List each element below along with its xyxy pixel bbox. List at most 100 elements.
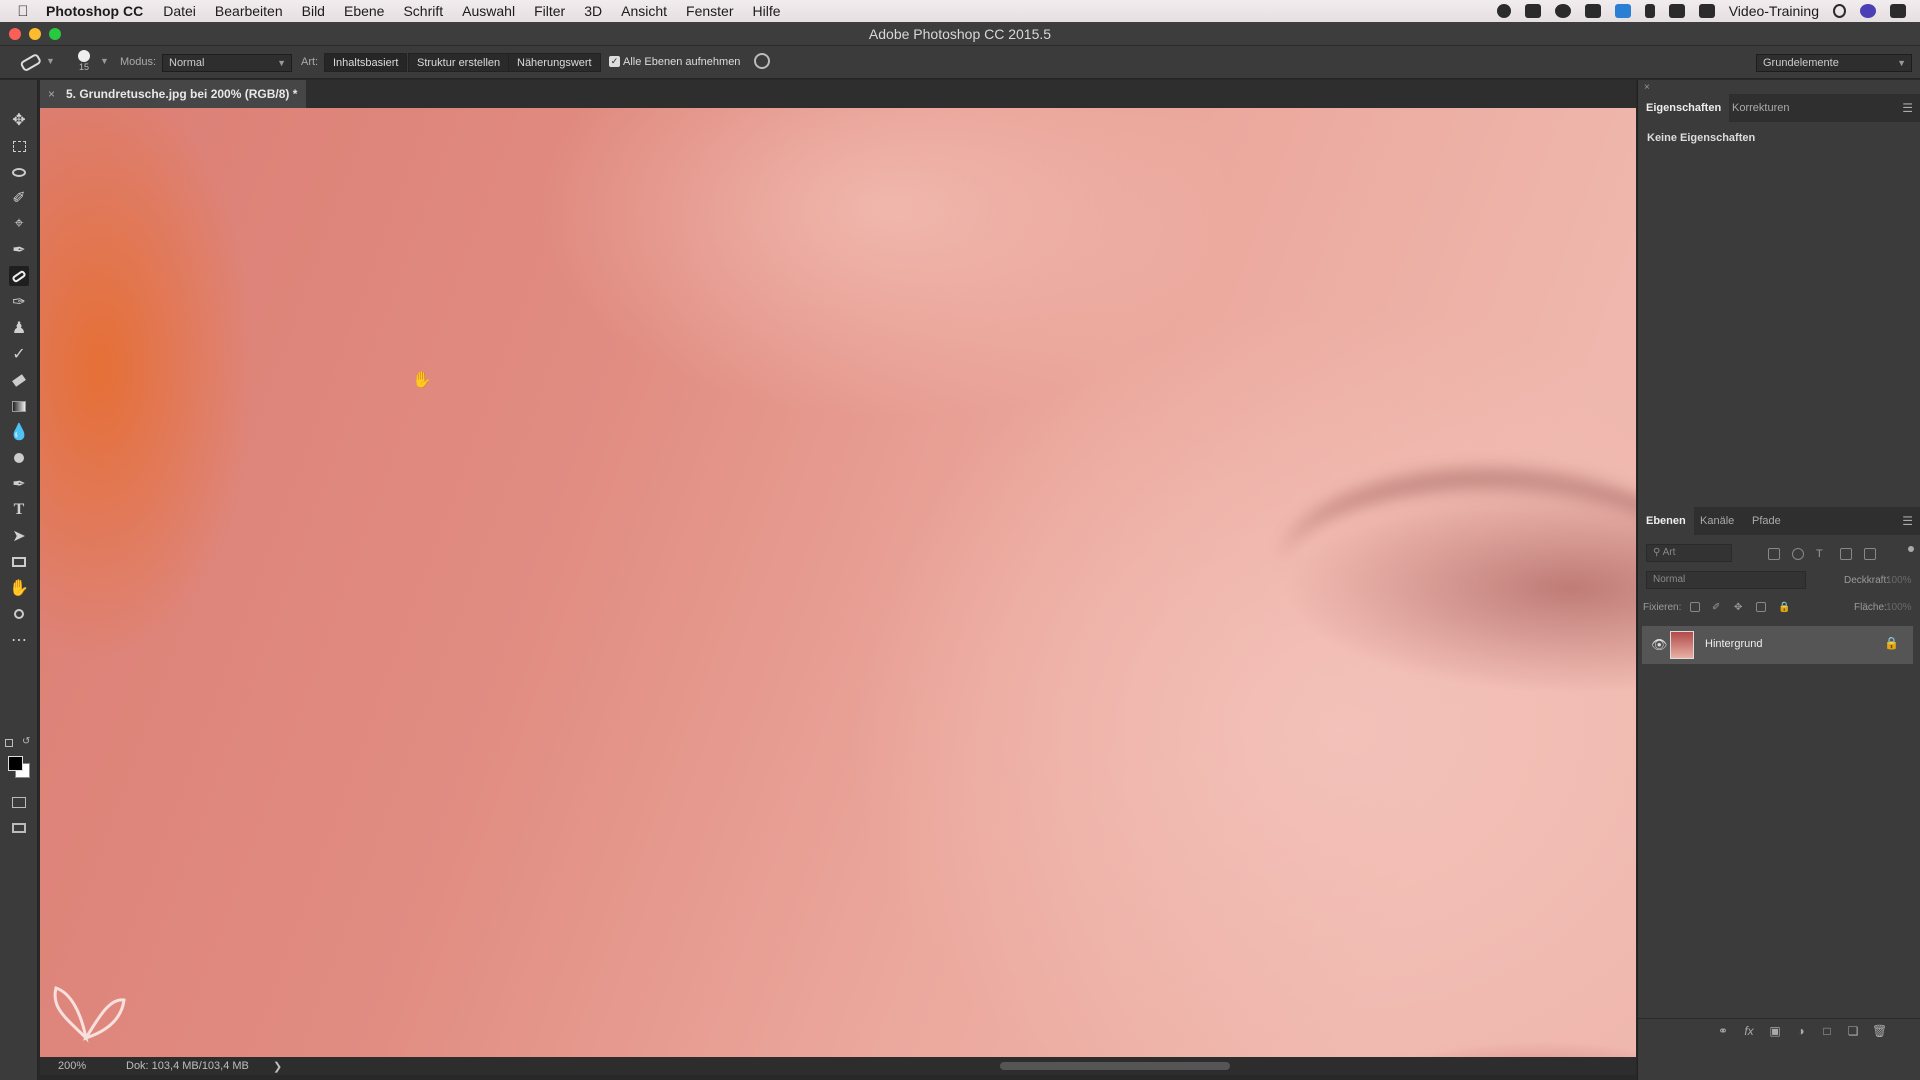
swap-colors-icon[interactable]: ↺ [22,736,30,747]
healing-brush-preset-icon[interactable] [18,54,44,72]
filter-smart-object-icon[interactable] [1864,548,1876,560]
opacity-value[interactable]: 100% [1886,575,1912,586]
new-adjustment-layer-icon[interactable]: ◑ [1794,1024,1808,1038]
menu-schrift[interactable]: Schrift [403,3,443,19]
gradient-tool-icon[interactable] [9,396,29,416]
pressure-size-icon[interactable] [754,53,770,69]
fill-value[interactable]: 100% [1886,602,1912,613]
filter-adjustment-icon[interactable] [1792,548,1804,560]
menu-hilfe[interactable]: Hilfe [753,3,781,19]
airplay-icon[interactable] [1698,4,1715,18]
default-colors-icon[interactable] [5,739,13,747]
menu-fenster[interactable]: Fenster [686,3,733,19]
skype-icon[interactable] [1614,4,1631,18]
blur-tool-icon[interactable]: 💧 [9,422,29,442]
creative-cloud-icon[interactable] [1554,4,1571,18]
add-layer-mask-icon[interactable]: ▣ [1768,1024,1782,1038]
filter-pixel-icon[interactable] [1768,548,1780,560]
workspace-select[interactable]: Grundelemente ▼ [1756,54,1912,72]
filter-type-icon[interactable]: T [1816,548,1828,560]
edit-toolbar-icon[interactable]: ⋯ [9,630,29,650]
menu-filter[interactable]: Filter [534,3,565,19]
bluetooth-icon[interactable] [1644,4,1655,18]
zoom-tool-icon[interactable] [9,604,29,624]
menu-auswahl[interactable]: Auswahl [462,3,515,19]
document-canvas[interactable]: ✋ [40,108,1636,1057]
history-brush-tool-icon[interactable]: ✓ [9,344,29,364]
lock-transparent-icon[interactable] [1690,602,1700,612]
spotlight-search-icon[interactable] [1833,4,1846,18]
apple-icon[interactable]:  [0,3,46,20]
pen-tool-icon[interactable]: ✒ [9,474,29,494]
blend-mode-select[interactable]: Normal [1646,571,1806,589]
status-menu-arrow-icon[interactable]: ❯ [273,1060,282,1073]
hand-tool-icon[interactable]: ✋ [9,578,29,598]
dropbox-icon[interactable] [1524,4,1541,18]
layers-panel-menu-icon[interactable]: ☰ [1902,514,1913,528]
delete-layer-trash-icon[interactable]: 🗑 [1872,1024,1887,1038]
crop-tool-icon[interactable]: ⌖ [9,214,29,234]
menu-3d[interactable]: 3D [584,3,602,19]
menu-bild[interactable]: Bild [302,3,325,19]
lock-artboard-icon[interactable] [1756,602,1766,612]
tab-kanaele[interactable]: Kanäle [1692,507,1742,535]
collapse-panels-icon[interactable]: × [1644,82,1650,93]
rectangular-marquee-tool-icon[interactable] [9,136,29,156]
layer-style-fx-icon[interactable]: fx [1742,1024,1756,1038]
clone-stamp-tool-icon[interactable]: ♟ [9,318,29,338]
layer-name[interactable]: Hintergrund [1705,638,1762,650]
create-texture-button[interactable]: Struktur erstellen [408,53,510,72]
tab-korrekturen[interactable]: Korrekturen [1724,94,1797,122]
sample-all-layers-label[interactable]: Alle Ebenen aufnehmen [623,56,740,68]
menu-app-name[interactable]: Photoshop CC [46,3,143,19]
layer-filter-select[interactable]: ⚲ Art [1646,544,1732,562]
lasso-tool-icon[interactable] [9,162,29,182]
link-layers-icon[interactable]: ⚭ [1716,1024,1730,1038]
menu-bearbeiten[interactable]: Bearbeiten [215,3,283,19]
tab-pfade[interactable]: Pfade [1744,507,1789,535]
spot-healing-brush-tool-icon[interactable] [9,266,29,286]
document-tab[interactable]: × 5. Grundretusche.jpg bei 200% (RGB/8) … [40,80,306,108]
lock-position-icon[interactable]: ✥ [1734,602,1744,613]
quick-selection-tool-icon[interactable]: ✐ [9,188,29,208]
screen-mode-icon[interactable] [9,818,29,838]
filter-toggle-icon[interactable] [1908,546,1914,552]
eraser-tool-icon[interactable] [9,370,29,390]
type-tool-icon[interactable]: T [9,500,29,520]
menu-ebene[interactable]: Ebene [344,3,384,19]
brush-tool-icon[interactable]: ✑ [9,292,29,312]
new-group-folder-icon[interactable]: □ [1820,1024,1834,1038]
sample-all-layers-checkbox[interactable]: ✓ [609,56,620,67]
new-layer-icon[interactable]: ❏ [1846,1024,1860,1038]
menu-ansicht[interactable]: Ansicht [621,3,667,19]
quick-mask-icon[interactable] [9,792,29,812]
battery-icon[interactable] [1584,4,1601,18]
layer-row[interactable]: 👁 Hintergrund 🔒 [1642,626,1913,664]
foreground-color-swatch[interactable] [8,756,23,771]
rectangle-tool-icon[interactable] [9,552,29,572]
filter-shape-icon[interactable] [1840,548,1852,560]
move-tool-icon[interactable]: ✥ [9,110,29,130]
layer-visibility-eye-icon[interactable]: 👁 [1651,637,1668,653]
horizontal-scrollbar[interactable] [1000,1062,1230,1070]
notification-center-icon[interactable] [1890,4,1906,18]
proximity-match-button[interactable]: Näherungswert [508,53,601,72]
path-selection-tool-icon[interactable]: ➤ [9,526,29,546]
eyedropper-tool-icon[interactable]: ✒ [9,240,29,260]
siri-icon[interactable] [1860,4,1876,18]
mode-select[interactable]: Normal ▼ [162,54,292,72]
menu-datei[interactable]: Datei [163,3,196,19]
brush-size-picker[interactable]: 15 [74,50,98,76]
properties-panel-menu-icon[interactable]: ☰ [1902,101,1913,115]
lock-all-icon[interactable]: 🔒 [1778,602,1790,613]
menubar-user[interactable]: Video-Training [1729,3,1819,19]
close-tab-icon[interactable]: × [48,80,55,108]
dodge-tool-icon[interactable] [9,448,29,468]
record-icon[interactable] [1496,4,1511,18]
content-aware-button[interactable]: Inhaltsbasiert [324,53,408,72]
tab-eigenschaften[interactable]: Eigenschaften [1638,94,1730,122]
zoom-level[interactable]: 200% [58,1060,86,1072]
preset-chevron-icon[interactable]: ▼ [46,56,55,66]
wifi-icon[interactable] [1668,4,1685,18]
lock-image-icon[interactable]: ✐ [1712,602,1722,613]
